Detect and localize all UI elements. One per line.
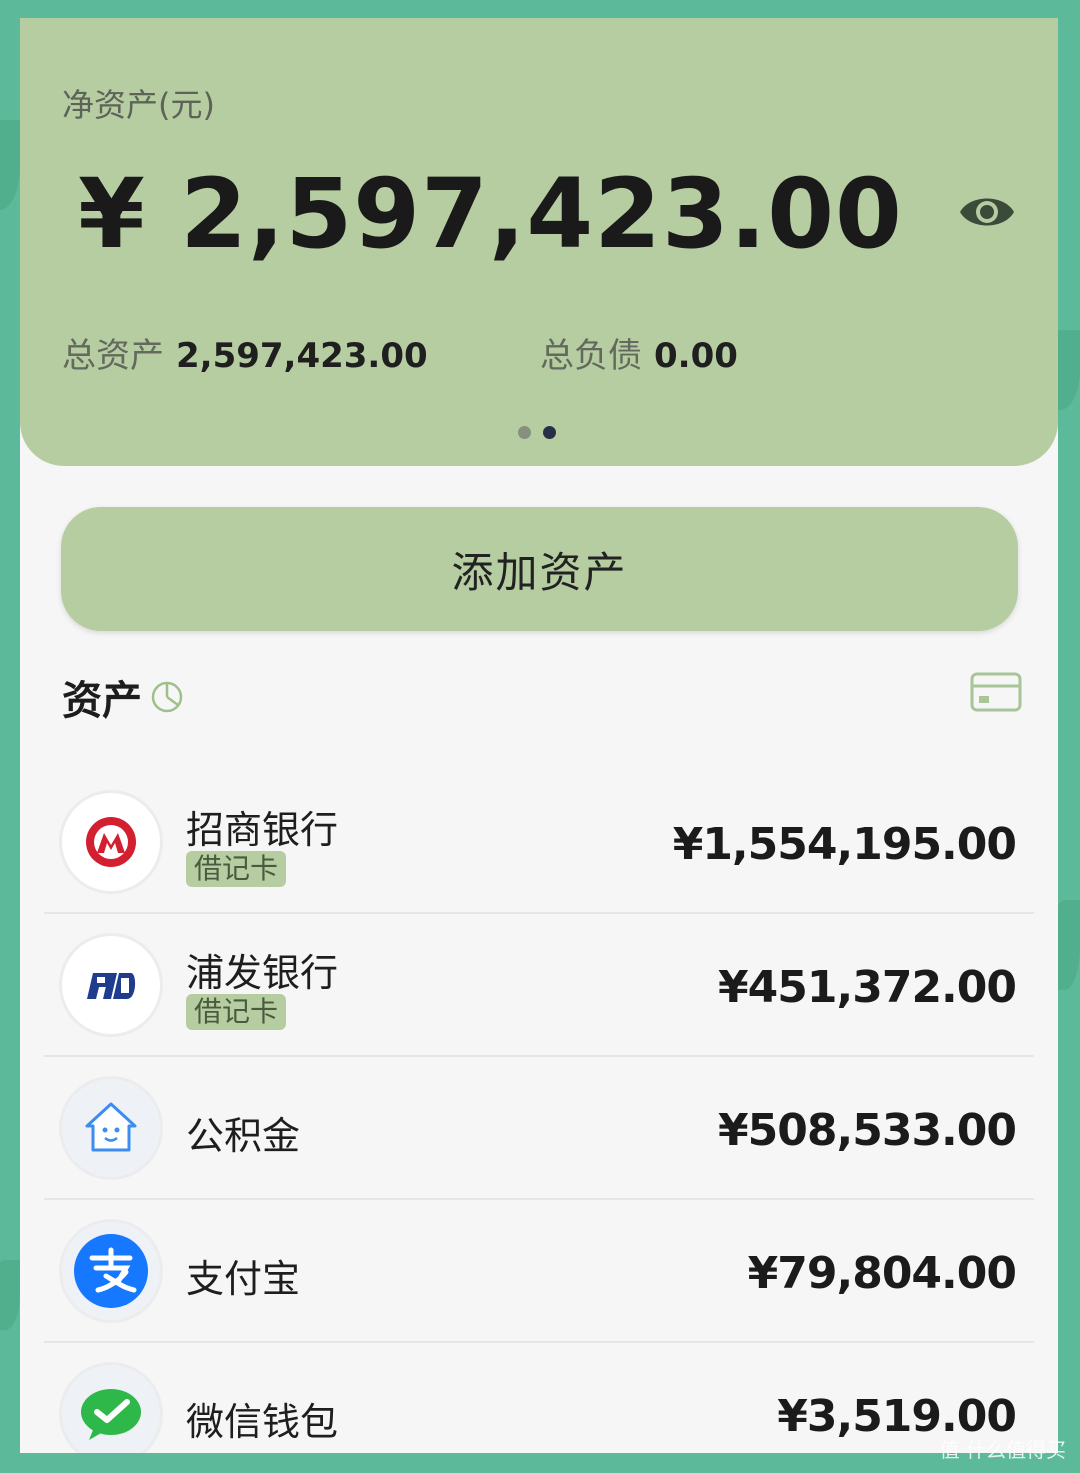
net-assets-label: 净资产(元)	[62, 86, 215, 124]
asset-amount: ¥79,804.00	[747, 1248, 1017, 1299]
housing-fund-icon	[62, 1079, 160, 1177]
asset-row[interactable]: 招商银行 借记卡 ¥1,554,195.00	[44, 771, 1034, 914]
asset-name: 支付宝	[186, 1257, 301, 1301]
asset-amount: ¥508,533.00	[718, 1105, 1017, 1156]
asset-name: 公积金	[186, 1114, 301, 1158]
asset-row[interactable]: 公积金 ¥508,533.00	[44, 1057, 1034, 1200]
asset-amount: ¥1,554,195.00	[672, 819, 1017, 870]
asset-tag: 借记卡	[186, 994, 287, 1030]
page-dot[interactable]	[518, 426, 531, 439]
total-assets-value: 2,597,423.00	[176, 336, 428, 376]
cmb-bank-icon	[62, 793, 160, 891]
asset-name: 浦发银行	[186, 951, 339, 995]
card-icon[interactable]	[970, 672, 1022, 712]
asset-row[interactable]: 微信钱包 ¥3,519.00	[44, 1343, 1034, 1453]
wechat-wallet-icon	[62, 1365, 160, 1453]
asset-name: 微信钱包	[186, 1400, 339, 1444]
page-indicator[interactable]	[518, 426, 556, 439]
leaf-decoration	[0, 1260, 20, 1330]
asset-tag: 借记卡	[186, 851, 287, 887]
watermark: 值 什么值得买	[939, 1438, 1066, 1462]
asset-name: 招商银行	[186, 808, 339, 852]
page-dot-active[interactable]	[543, 426, 556, 439]
asset-row[interactable]: 浦发银行 借记卡 ¥451,372.00	[44, 914, 1034, 1057]
total-debt: 总负债 0.00	[540, 328, 738, 377]
total-debt-value: 0.00	[654, 336, 738, 376]
net-assets-card: 净资产(元) ¥ 2,597,423.00 总资产 2,597,423.00 总负…	[20, 18, 1058, 466]
eye-icon[interactable]	[958, 188, 1016, 236]
leaf-decoration	[0, 120, 20, 210]
alipay-icon	[62, 1222, 160, 1320]
total-assets-label: 总资产	[62, 336, 164, 376]
total-assets: 总资产 2,597,423.00	[62, 328, 428, 377]
spdb-bank-icon	[62, 936, 160, 1034]
section-title: 资产	[62, 678, 142, 724]
assets-section-header: 资产	[62, 668, 184, 726]
add-asset-button[interactable]: 添加资产	[61, 507, 1018, 631]
total-debt-label: 总负债	[540, 336, 642, 376]
pie-chart-icon[interactable]	[150, 680, 184, 714]
asset-row[interactable]: 支付宝 ¥79,804.00	[44, 1200, 1034, 1343]
asset-list: 招商银行 借记卡 ¥1,554,195.00 浦发银行 借记卡 ¥451,372…	[44, 771, 1034, 1453]
asset-amount: ¥451,372.00	[718, 962, 1017, 1013]
asset-app-screen: 净资产(元) ¥ 2,597,423.00 总资产 2,597,423.00 总负…	[20, 18, 1058, 1453]
net-assets-value: ¥ 2,597,423.00	[78, 158, 903, 270]
